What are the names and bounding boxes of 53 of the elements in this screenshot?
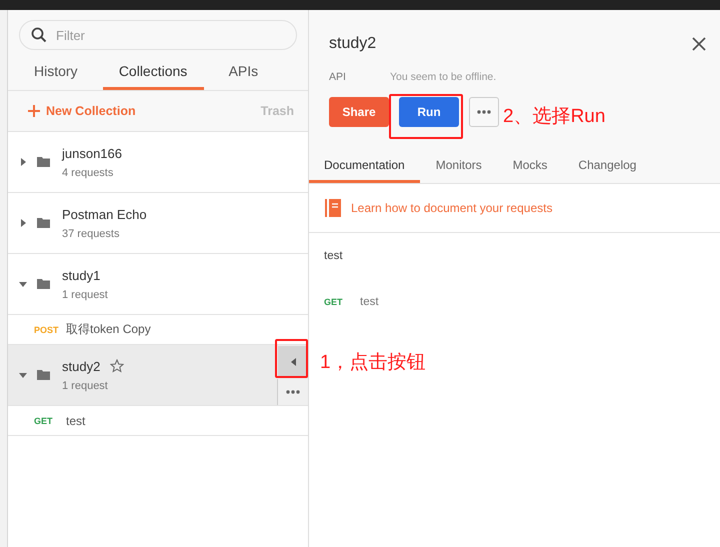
request-count: 1 request	[62, 380, 108, 392]
folder-icon	[37, 218, 50, 228]
api-label: API	[329, 71, 346, 83]
more-icon	[477, 110, 491, 114]
new-collection-label: New Collection	[46, 104, 136, 118]
sidebar-tab[interactable]: History	[22, 56, 90, 90]
folder-icon	[37, 157, 50, 167]
collection-item[interactable]: junson166 4 requests	[8, 132, 308, 193]
highlight-frame	[275, 339, 308, 378]
star-icon[interactable]	[110, 359, 124, 373]
panel-tab[interactable]: Changelog	[563, 151, 652, 183]
request-count: 37 requests	[62, 228, 120, 240]
more-button[interactable]	[469, 97, 499, 127]
collection-item[interactable]: study1 1 request	[8, 254, 308, 315]
more-button[interactable]	[277, 379, 308, 405]
document-icon	[325, 199, 341, 217]
annotation-text: 1，点击按钮	[320, 351, 426, 375]
collection-title: study2	[329, 35, 376, 53]
collection-item[interactable]: Postman Echo 37 requests	[8, 193, 308, 254]
request-name: 取得token Copy	[66, 321, 151, 338]
caret-icon	[19, 280, 27, 288]
run-button[interactable]: Run	[399, 97, 459, 127]
caret-icon	[19, 158, 27, 166]
caret-left-icon	[290, 358, 296, 366]
caret-icon	[19, 371, 27, 379]
offline-status: You seem to be offline.	[390, 71, 496, 83]
collection-name: study1	[62, 268, 100, 282]
collection-name: study2	[62, 358, 100, 374]
close-icon[interactable]	[692, 37, 706, 51]
panel-tab[interactable]: Monitors	[420, 151, 497, 183]
panel-tab[interactable]: Documentation	[309, 151, 420, 183]
collection-item[interactable]: study2 1 request	[8, 345, 308, 406]
description-text: test	[324, 250, 343, 262]
request-item[interactable]: GET test	[8, 406, 308, 436]
request-count: 1 request	[62, 288, 108, 300]
more-icon	[286, 390, 300, 394]
request-name: test	[66, 414, 86, 428]
method-label: GET	[324, 297, 344, 307]
method-label: GET	[34, 416, 54, 426]
plus-icon	[28, 105, 40, 117]
method-label: POST	[34, 324, 56, 334]
collection-name: junson166	[62, 146, 122, 160]
caret-icon	[19, 219, 27, 227]
request-count: 4 requests	[62, 166, 114, 178]
search-icon	[31, 27, 47, 43]
folder-icon	[37, 279, 50, 289]
sidebar-tab[interactable]: APIs	[216, 56, 270, 90]
search-field[interactable]: Filter	[19, 20, 297, 50]
annotation-text: 2、选择Run	[503, 105, 606, 129]
request-name: test	[360, 296, 379, 308]
panel-tab[interactable]: Mocks	[498, 151, 562, 183]
collection-name: Postman Echo	[62, 206, 147, 222]
folder-icon	[37, 370, 50, 380]
